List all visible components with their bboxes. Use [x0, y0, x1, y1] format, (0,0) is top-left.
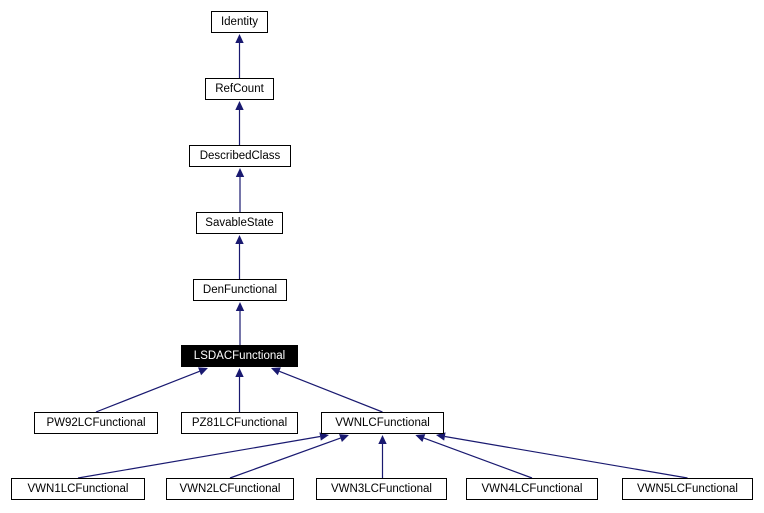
class-node-label: VWN5LCFunctional: [637, 483, 738, 495]
class-node-pz81lc[interactable]: PZ81LCFunctional: [181, 412, 298, 434]
class-node-label: VWN2LCFunctional: [179, 483, 281, 495]
inheritance-arrowhead: [198, 367, 208, 376]
class-node-identity[interactable]: Identity: [211, 11, 268, 33]
inheritance-edge-line: [77, 435, 321, 479]
inheritance-arrowhead: [235, 168, 245, 177]
class-node-label: DenFunctional: [202, 284, 278, 296]
class-node-savablestate[interactable]: SavableState: [196, 212, 283, 234]
inheritance-edge-line: [423, 437, 533, 479]
class-node-label: PZ81LCFunctional: [191, 417, 288, 429]
class-node-vwn3lc[interactable]: VWN3LCFunctional: [316, 478, 447, 500]
class-node-vwn4lc[interactable]: VWN4LCFunctional: [466, 478, 598, 500]
inheritance-arrowhead: [235, 101, 244, 110]
class-node-label: Identity: [220, 16, 259, 28]
inheritance-arrowhead: [415, 434, 426, 443]
class-node-lsdacfunctional: LSDACFunctional: [181, 345, 298, 367]
class-node-vwn2lc[interactable]: VWN2LCFunctional: [166, 478, 294, 500]
inheritance-arrowhead: [235, 302, 245, 311]
inheritance-diagram: Identity RefCount DescribedClass SavableSta…: [0, 0, 764, 513]
class-node-describedclass[interactable]: DescribedClass: [189, 145, 291, 167]
class-node-pw92lc[interactable]: PW92LCFunctional: [34, 412, 158, 434]
inheritance-arrowhead: [339, 434, 349, 443]
class-node-label: PW92LCFunctional: [46, 417, 146, 429]
inheritance-arrowhead: [378, 435, 387, 444]
inheritance-arrowhead: [235, 34, 244, 43]
inheritance-edge-line: [229, 437, 341, 479]
class-node-refcount[interactable]: RefCount: [205, 78, 274, 100]
inheritance-edge-line: [444, 435, 688, 479]
edge-layer: [77, 34, 688, 479]
inheritance-arrowhead: [235, 235, 244, 244]
inheritance-edge-line: [279, 370, 383, 413]
class-node-label: SavableState: [205, 217, 274, 229]
class-node-label: RefCount: [215, 83, 264, 95]
class-node-label: DescribedClass: [199, 150, 281, 162]
class-node-label: VWNLCFunctional: [335, 417, 430, 429]
class-node-vwnlc[interactable]: VWNLCFunctional: [321, 412, 444, 434]
class-node-denfunctional[interactable]: DenFunctional: [193, 279, 287, 301]
class-node-vwn5lc[interactable]: VWN5LCFunctional: [622, 478, 753, 500]
class-node-label: LSDACFunctional: [193, 350, 286, 362]
inheritance-arrowhead: [270, 367, 281, 376]
class-node-label: VWN1LCFunctional: [27, 483, 129, 495]
class-node-label: VWN3LCFunctional: [331, 483, 432, 495]
class-node-label: VWN4LCFunctional: [481, 483, 583, 495]
inheritance-edge-line: [95, 370, 200, 413]
inheritance-arrowhead: [235, 368, 244, 377]
class-node-vwn1lc[interactable]: VWN1LCFunctional: [11, 478, 145, 500]
